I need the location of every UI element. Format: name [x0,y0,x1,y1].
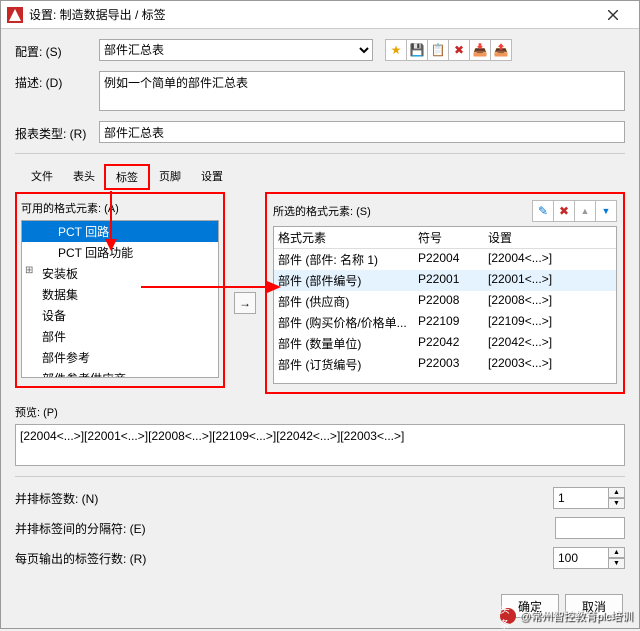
spin-down-icon[interactable]: ▼ [609,558,625,569]
spin-up-icon[interactable]: ▲ [609,547,625,558]
app-icon [7,7,23,23]
tab-settings[interactable]: 设置 [191,165,233,189]
table-row[interactable]: 部件 (数量单位)P22042[22042<...>] [274,333,616,354]
import-icon[interactable]: 📥 [469,39,491,61]
tab-label[interactable]: 标签 [105,165,149,189]
preview-label: 预览: (P) [15,404,625,420]
save-icon[interactable]: 💾 [406,39,428,61]
par-count-spinner[interactable]: ▲▼ [553,487,625,509]
config-label: 配置: (S) [15,40,91,60]
rows-per-page-label: 每页输出的标签行数: (R) [15,550,175,567]
table-row[interactable]: 部件 (部件编号)P22001[22001<...>] [274,270,616,291]
par-count-label: 并排标签数: (N) [15,490,175,507]
table-row[interactable]: 部件 (供应商)P22008[22008<...>] [274,291,616,312]
divider2 [15,476,625,477]
move-up-icon[interactable]: ▲ [574,200,596,222]
annotation-arrow [141,277,281,297]
settings-dialog: 设置: 制造数据导出 / 标签 配置: (S) 部件汇总表 ★ 💾 📋 ✖ 📥 … [0,0,640,629]
titlebar: 设置: 制造数据导出 / 标签 [1,1,639,29]
window-title: 设置: 制造数据导出 / 标签 [29,6,593,23]
par-count-input[interactable] [553,487,609,509]
spin-down-icon[interactable]: ▼ [609,498,625,509]
table-row[interactable]: 部件 (部件: 名称 1)P22004[22004<...>] [274,249,616,270]
tree-item[interactable]: 部件参考供应商 [22,368,218,378]
watermark: 头条 @常州智控教育plc培训 [500,608,633,624]
report-type-input[interactable] [99,121,625,143]
watermark-text: @常州智控教育plc培训 [520,608,633,624]
table-row[interactable]: 部件 (订货编号)P22003[22003<...>] [274,354,616,375]
edit-icon[interactable]: ✎ [532,200,554,222]
desc-textarea[interactable]: 例如一个简单的部件汇总表 [99,71,625,111]
par-sep-label: 并排标签间的分隔符: (E) [15,520,175,537]
config-toolbar: ★ 💾 📋 ✖ 📥 📤 [381,39,512,61]
config-select[interactable]: 部件汇总表 [99,39,373,61]
remove-icon[interactable]: ✖ [553,200,575,222]
tab-footer[interactable]: 页脚 [149,165,191,189]
desc-label: 描述: (D) [15,71,91,91]
preview-box: [22004<...>][22001<...>][22008<...>][221… [15,424,625,466]
report-type-label: 报表类型: (R) [15,122,91,142]
tree-item[interactable]: 部件 [22,326,218,347]
table-row[interactable]: 部件 (购买价格/价格单...P22109[22109<...>] [274,312,616,333]
tree-item[interactable]: 部件参考 [22,347,218,368]
copy-icon[interactable]: 📋 [427,39,449,61]
tab-file[interactable]: 文件 [21,165,63,189]
rows-per-page-input[interactable] [553,547,609,569]
spin-up-icon[interactable]: ▲ [609,487,625,498]
delete-icon[interactable]: ✖ [448,39,470,61]
selected-table: 格式元素 符号 设置 部件 (部件: 名称 1)P22004[22004<...… [273,226,617,384]
move-down-icon[interactable]: ▼ [595,200,617,222]
close-icon[interactable] [593,2,633,28]
divider [15,153,625,154]
watermark-icon: 头条 [500,608,516,624]
tab-header[interactable]: 表头 [63,165,105,189]
rows-per-page-spinner[interactable]: ▲▼ [553,547,625,569]
par-sep-input[interactable] [555,517,625,539]
tab-bar: 文件 表头 标签 页脚 设置 [21,164,625,188]
selected-pane: 所选的格式元素: (S) ✎ ✖ ▲ ▼ 格式元素 符号 设置 [265,192,625,394]
export-icon[interactable]: 📤 [490,39,512,61]
annotation-arrow [101,191,121,251]
tree-item[interactable]: 设备 [22,305,218,326]
star-icon[interactable]: ★ [385,39,407,61]
selected-label: 所选的格式元素: (S) [273,203,528,219]
table-header: 格式元素 符号 设置 [274,227,616,249]
